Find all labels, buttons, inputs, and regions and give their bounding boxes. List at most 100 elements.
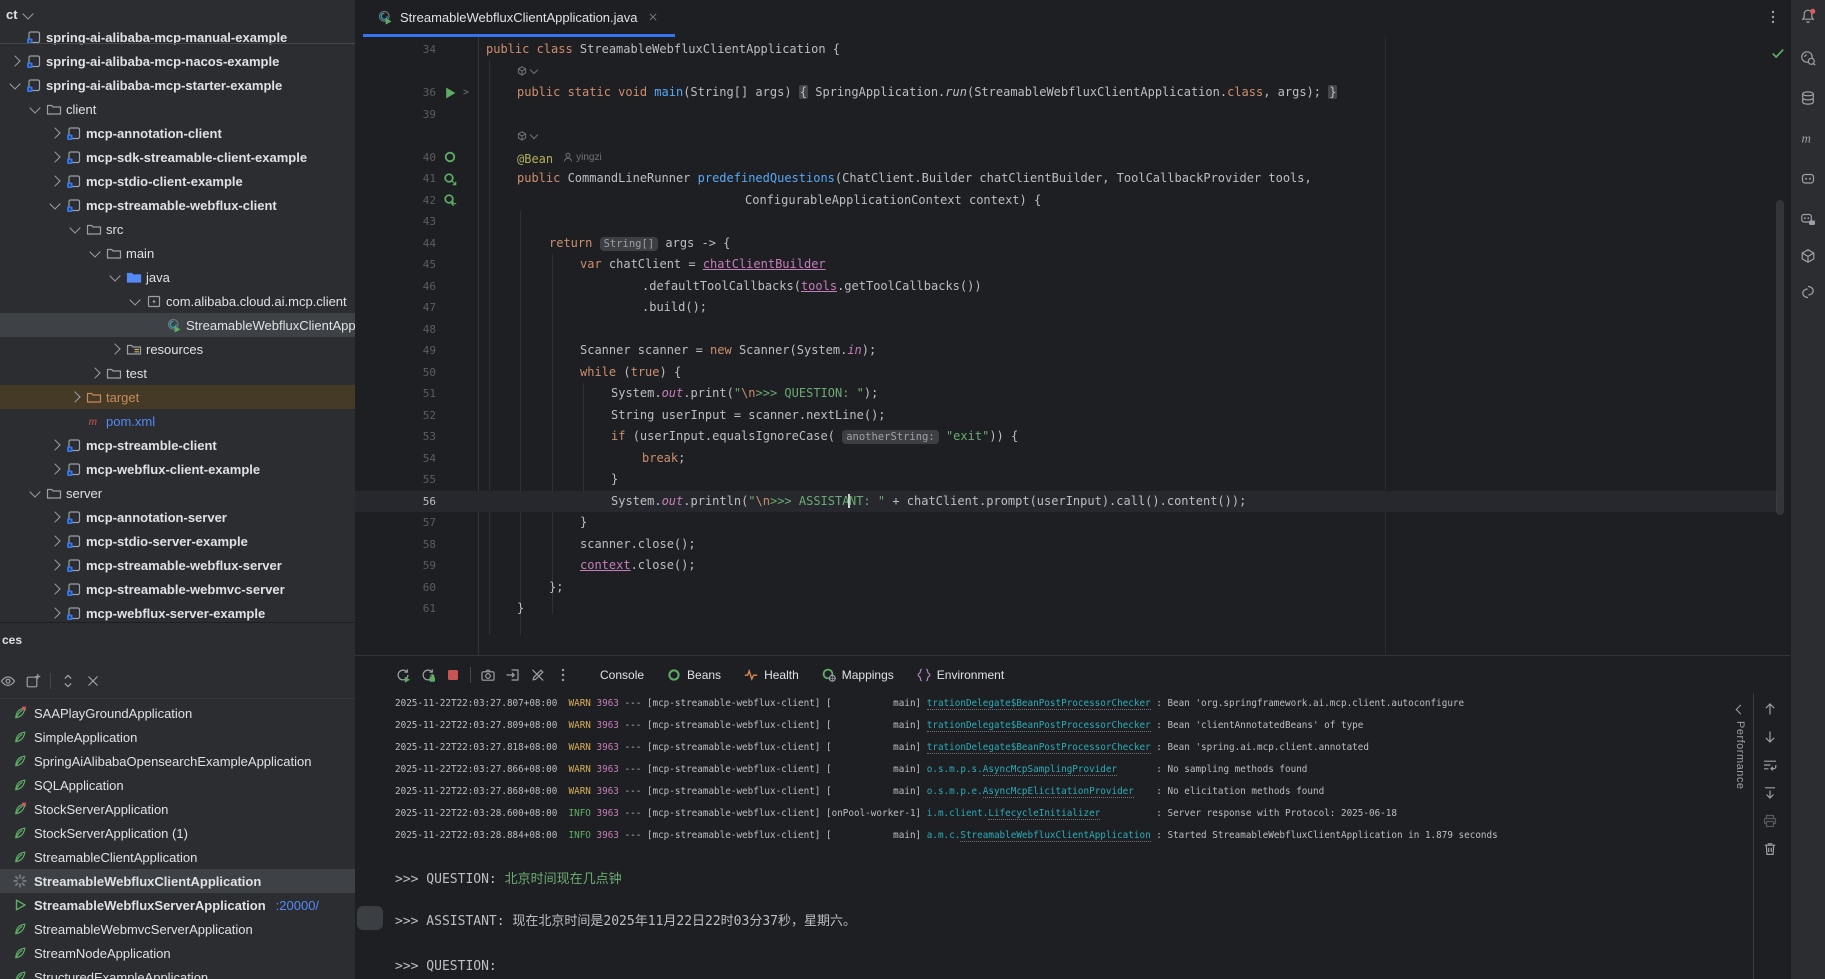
project-tree-item[interactable]: client bbox=[0, 97, 355, 121]
logger-link[interactable]: trationDelegate$BeanPostProcessorChecker bbox=[927, 698, 1151, 710]
chevron-right-icon[interactable] bbox=[49, 583, 60, 594]
service-item[interactable]: StreamNodeApplication bbox=[0, 941, 355, 965]
project-tree-item[interactable]: com.alibaba.cloud.ai.mcp.client bbox=[0, 289, 355, 313]
project-tree-item[interactable]: mcp-stdio-client-example bbox=[0, 169, 355, 193]
editor-scrollbar[interactable] bbox=[1776, 200, 1784, 515]
project-tree-item[interactable]: spring-ai-alibaba-mcp-nacos-example bbox=[0, 49, 355, 73]
chevron-right-icon[interactable] bbox=[49, 607, 60, 618]
project-tree-item[interactable]: server bbox=[0, 481, 355, 505]
gutter-bean-in-icon[interactable] bbox=[442, 192, 458, 208]
gutter-bean-icon[interactable] bbox=[442, 149, 458, 165]
gutter-run-icon[interactable] bbox=[442, 85, 458, 101]
project-tree-item[interactable]: mcp-streamable-webmvc-server bbox=[0, 577, 355, 601]
service-item[interactable]: SpringAiAlibabaOpensearchExampleApplicat… bbox=[0, 749, 355, 773]
chevron-right-icon[interactable] bbox=[49, 127, 60, 138]
service-item[interactable]: StreamableWebmvcServerApplication bbox=[0, 917, 355, 941]
logger-link[interactable]: trationDelegate$BeanPostProcessorChecker bbox=[927, 742, 1151, 754]
performance-collapsed-tab[interactable]: Performance bbox=[1726, 706, 1754, 789]
attach-icon[interactable] bbox=[505, 667, 521, 683]
code-vision-icon[interactable] bbox=[517, 66, 527, 76]
project-tree-item[interactable]: src bbox=[0, 217, 355, 241]
logger-link[interactable]: StreamableWebfluxClientApplication bbox=[960, 830, 1150, 842]
rerun-icon[interactable] bbox=[395, 667, 411, 683]
chevron-down-icon[interactable] bbox=[29, 486, 40, 497]
service-item[interactable]: StructuredExampleApplication bbox=[0, 965, 355, 979]
maven-m-icon[interactable]: m bbox=[1800, 130, 1816, 146]
expand-ud-icon[interactable] bbox=[60, 673, 76, 689]
gutter-bean-out-icon[interactable] bbox=[442, 171, 458, 187]
chevron-down-icon[interactable] bbox=[29, 102, 40, 113]
code-editor[interactable]: 34public class StreamableWebfluxClientAp… bbox=[355, 37, 1790, 655]
run-tab-mappings[interactable]: Mappings bbox=[821, 667, 894, 683]
service-item[interactable]: StockServerApplication (1) bbox=[0, 821, 355, 845]
chevron-right-icon[interactable] bbox=[49, 151, 60, 162]
chevron-down-icon[interactable] bbox=[89, 246, 100, 257]
chevron-right-icon[interactable] bbox=[49, 535, 60, 546]
close-icon[interactable] bbox=[647, 11, 658, 22]
more-options-icon[interactable] bbox=[1765, 9, 1781, 25]
chevron-right-icon[interactable] bbox=[49, 559, 60, 570]
author-inlay[interactable]: yingzi bbox=[563, 147, 602, 169]
robot-chat-icon[interactable] bbox=[1800, 211, 1816, 227]
logger-link[interactable]: LifecycleInitializer bbox=[988, 808, 1100, 820]
project-tree-item[interactable]: resources bbox=[0, 337, 355, 361]
add-box-icon[interactable] bbox=[25, 673, 41, 689]
chevron-down-icon[interactable] bbox=[69, 222, 80, 233]
project-tree-item[interactable]: mcp-streamable-webflux-server bbox=[0, 553, 355, 577]
chevron-down-icon[interactable] bbox=[9, 78, 20, 89]
project-tree-item[interactable]: mcp-streamable-webflux-client bbox=[0, 193, 355, 217]
project-tree-item[interactable]: test bbox=[0, 361, 355, 385]
chevron-right-icon[interactable] bbox=[109, 343, 120, 354]
service-item[interactable]: StockServerApplication bbox=[0, 797, 355, 821]
edit-slash-icon[interactable] bbox=[530, 667, 546, 683]
run-tab-beans[interactable]: Beans bbox=[666, 667, 721, 683]
chevron-down-icon[interactable] bbox=[109, 270, 120, 281]
camera-icon[interactable] bbox=[480, 667, 496, 683]
inspections-ok-icon[interactable] bbox=[1770, 45, 1786, 61]
logger-link[interactable]: AsyncMcpElicitationProvider bbox=[983, 786, 1134, 798]
robot-icon[interactable] bbox=[1800, 170, 1816, 186]
logger-link[interactable]: AsyncMcpSamplingProvider bbox=[983, 764, 1117, 776]
run-tab-health[interactable]: Health bbox=[743, 667, 799, 683]
code-vision-icon[interactable] bbox=[517, 131, 527, 141]
arrow-down-icon[interactable] bbox=[1762, 729, 1778, 745]
print-icon[interactable] bbox=[1762, 813, 1778, 829]
run-tab-console[interactable]: Console bbox=[600, 668, 644, 682]
logger-link[interactable]: trationDelegate$BeanPostProcessorChecker bbox=[927, 720, 1151, 732]
stop-icon[interactable] bbox=[445, 667, 461, 683]
scrollend-icon[interactable] bbox=[1762, 785, 1778, 801]
chevron-right-icon[interactable] bbox=[49, 439, 60, 450]
chevron-down-icon[interactable] bbox=[49, 198, 60, 209]
run-tab-environment[interactable]: Environment bbox=[916, 667, 1004, 683]
console-output[interactable]: 2025-11-22T22:03:27.807+08:00 WARN 3963 … bbox=[355, 693, 1722, 979]
service-item[interactable]: StreamableClientApplication bbox=[0, 845, 355, 869]
service-item[interactable]: SimpleApplication bbox=[0, 725, 355, 749]
service-item[interactable]: SQLApplication bbox=[0, 773, 355, 797]
project-tree-item[interactable]: spring-ai-alibaba-mcp-starter-example bbox=[0, 73, 355, 97]
arrow-up-icon[interactable] bbox=[1762, 701, 1778, 717]
project-tree-item[interactable]: main bbox=[0, 241, 355, 265]
fold-marker[interactable]: > bbox=[463, 82, 469, 104]
service-item[interactable]: SAAPlayGroundApplication bbox=[0, 701, 355, 725]
project-tree-item[interactable]: mcp-annotation-server bbox=[0, 505, 355, 529]
kebab-icon[interactable] bbox=[555, 667, 571, 683]
project-tree-item[interactable]: mpom.xml bbox=[0, 409, 355, 433]
project-tree-item[interactable]: java bbox=[0, 265, 355, 289]
chevron-right-icon[interactable] bbox=[49, 463, 60, 474]
project-tree-item[interactable]: mcp-streamble-client bbox=[0, 433, 355, 457]
project-tree-item[interactable]: mcp-webflux-client-example bbox=[0, 457, 355, 481]
softwrap-icon[interactable] bbox=[1762, 757, 1778, 773]
ai-search-icon[interactable] bbox=[1800, 50, 1816, 66]
chevron-down-icon[interactable] bbox=[129, 294, 140, 305]
project-tree-item[interactable]: mcp-annotation-client bbox=[0, 121, 355, 145]
project-tree-item[interactable]: spring-ai-alibaba-mcp-manual-example bbox=[0, 25, 355, 49]
chevron-right-icon[interactable] bbox=[69, 391, 80, 402]
chevron-right-icon[interactable] bbox=[49, 511, 60, 522]
service-url[interactable]: :20000/ bbox=[276, 898, 319, 913]
chevron-right-icon[interactable] bbox=[49, 175, 60, 186]
trash-icon[interactable] bbox=[1762, 841, 1778, 857]
bell-icon[interactable] bbox=[1800, 8, 1816, 24]
project-selector[interactable]: ct bbox=[6, 4, 32, 24]
project-tree-item[interactable]: target bbox=[0, 385, 355, 409]
rerun-debug-icon[interactable] bbox=[420, 667, 436, 683]
